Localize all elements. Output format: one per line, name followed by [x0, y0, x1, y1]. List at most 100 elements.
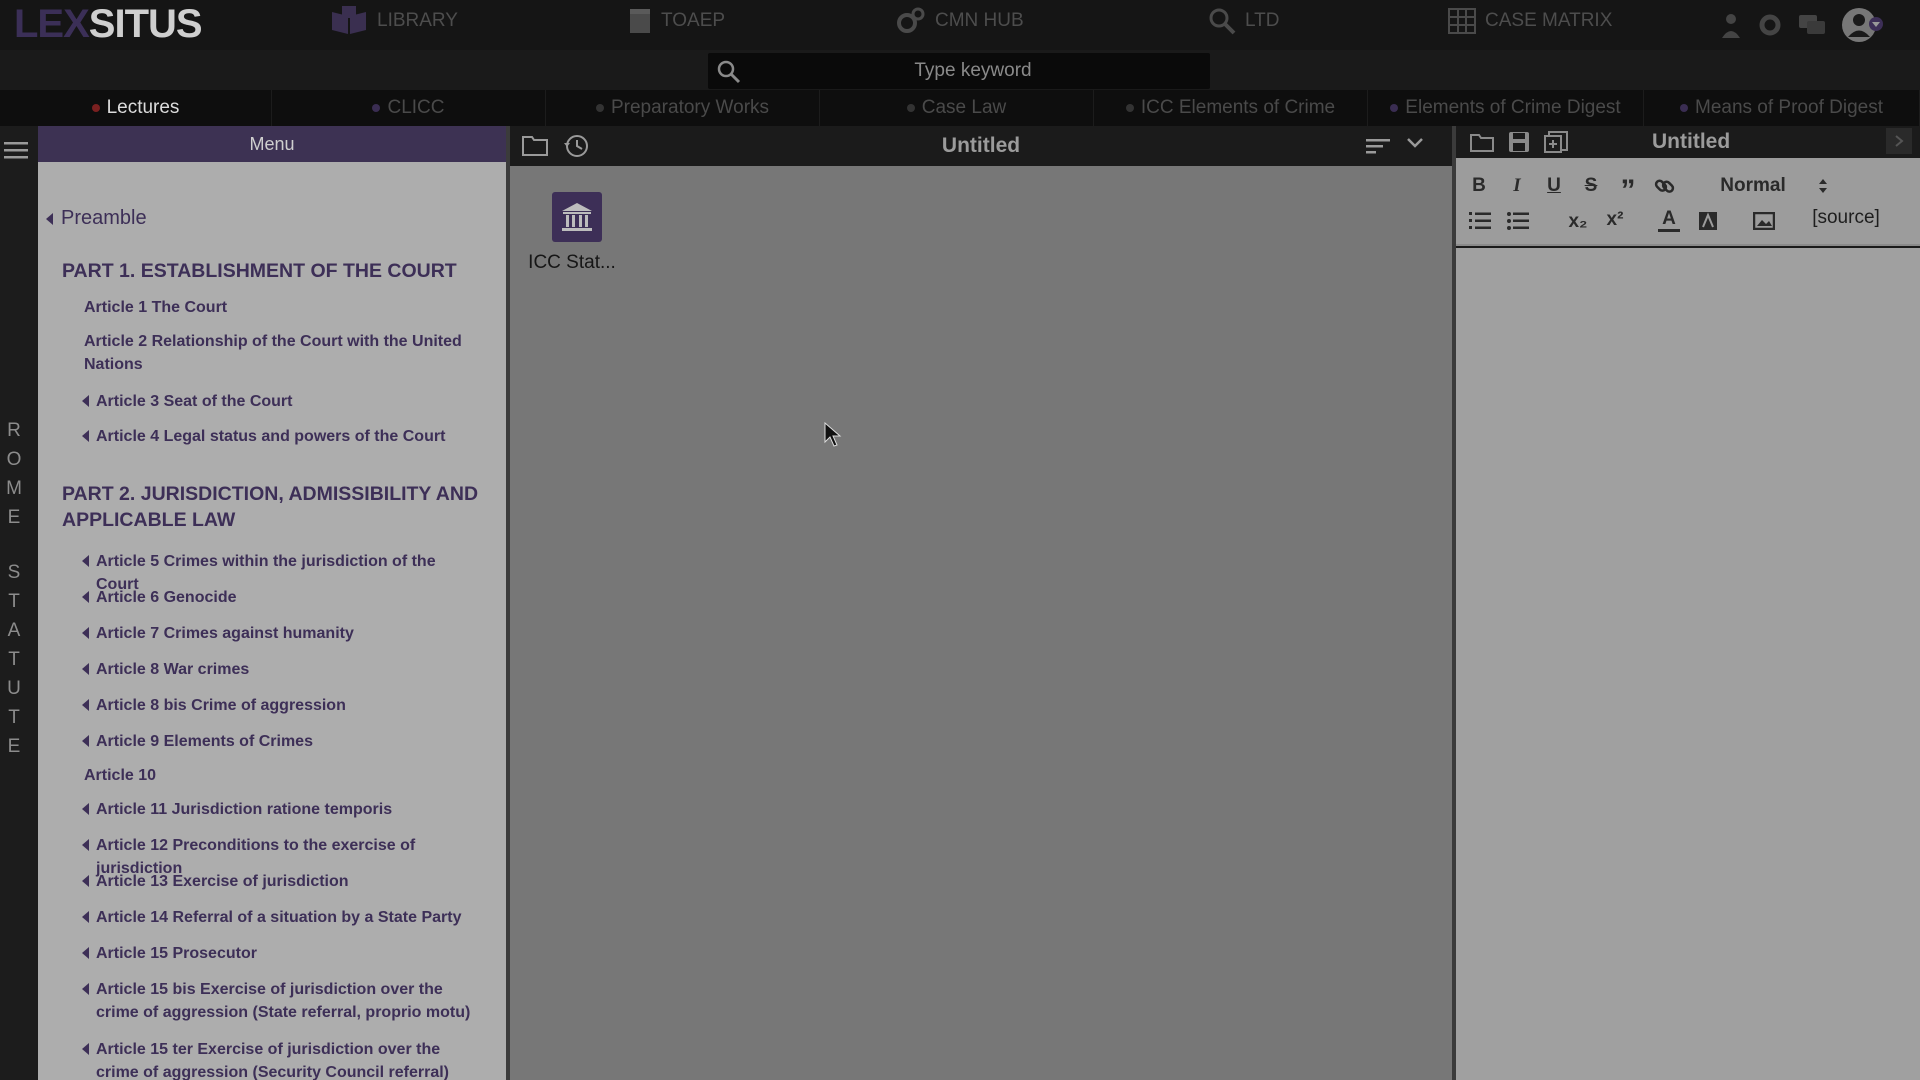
expand-arrow-icon: [82, 586, 96, 609]
link-icon[interactable]: [1652, 174, 1678, 198]
editor-title: Untitled: [1652, 130, 1731, 153]
courthouse-icon: [552, 192, 602, 242]
select-arrows-icon[interactable]: [1816, 176, 1830, 196]
tab-label: ICC Elements of Crime: [1140, 97, 1336, 118]
expand-arrow-icon: [82, 658, 96, 681]
nav-case-matrix-label: CASE MATRIX: [1485, 10, 1613, 31]
menu-item-article-4[interactable]: Article 4 Legal status and powers of the…: [82, 425, 482, 448]
chevron-down-icon[interactable]: [1406, 136, 1424, 150]
menu-item-article-6[interactable]: Article 6 Genocide: [82, 586, 482, 609]
sort-icon[interactable]: [1366, 136, 1392, 156]
tab-clicc[interactable]: CLICC: [272, 90, 546, 126]
file-tile-icc-statute[interactable]: ICC Stat...: [522, 192, 622, 274]
grid-icon: [1448, 8, 1476, 34]
menu-title: Menu: [38, 126, 506, 162]
bold-button[interactable]: B: [1468, 174, 1490, 198]
save-icon[interactable]: [1508, 131, 1530, 153]
nav-case-matrix[interactable]: CASE MATRIX: [1448, 6, 1612, 36]
nav-library[interactable]: LIBRARY: [330, 6, 458, 36]
article-label: Article 8 War crimes: [96, 661, 250, 678]
menu-item-article-15[interactable]: Article 15 Prosecutor: [82, 942, 482, 965]
blockquote-button[interactable]: ”: [1617, 174, 1639, 208]
editor-toolbar: B I U S ” Normal x₂ x² A [source]: [1456, 158, 1920, 246]
chat-icon[interactable]: [1798, 13, 1826, 42]
underline-button[interactable]: U: [1543, 174, 1565, 198]
tab-preparatory-works[interactable]: Preparatory Works: [546, 90, 820, 126]
menu-item-article-3[interactable]: Article 3 Seat of the Court: [82, 390, 482, 413]
menu-item-article-10[interactable]: Article 10: [84, 764, 484, 787]
tab-case-law[interactable]: Case Law: [820, 90, 1094, 126]
menu-item-article-15-ter[interactable]: Article 15 ter Exercise of jurisdiction …: [82, 1038, 482, 1080]
search-input[interactable]: [748, 53, 1198, 89]
expand-arrow-icon: [82, 798, 96, 821]
menu-item-article-8-bis[interactable]: Article 8 bis Crime of aggression: [82, 694, 482, 717]
menu-part-1[interactable]: PART 1. ESTABLISHMENT OF THE COURT: [62, 258, 482, 284]
workspace-header: Untitled: [510, 126, 1452, 166]
ordered-list-icon[interactable]: [1468, 210, 1492, 232]
article-label: Article 3 Seat of the Court: [96, 393, 293, 410]
menu-item-article-14[interactable]: Article 14 Referral of a situation by a …: [82, 906, 482, 929]
italic-button[interactable]: I: [1506, 174, 1528, 198]
tab-label: Means of Proof Digest: [1695, 97, 1883, 118]
menu-item-article-8[interactable]: Article 8 War crimes: [82, 658, 482, 681]
rail-letter: R: [7, 420, 21, 441]
open-folder-icon[interactable]: [1470, 132, 1494, 152]
settings-icon[interactable]: [1758, 13, 1782, 42]
source-button[interactable]: [source]: [1808, 206, 1884, 230]
format-select[interactable]: Normal: [1718, 174, 1788, 198]
subscript-button[interactable]: x₂: [1564, 210, 1592, 234]
editor-content-area[interactable]: [1456, 248, 1920, 1080]
person-icon[interactable]: [1720, 12, 1742, 43]
tab-icc-elements-of-crime[interactable]: ICC Elements of Crime: [1094, 90, 1368, 126]
collapse-arrow-icon: [46, 212, 53, 225]
menu-part-2[interactable]: PART 2. JURISDICTION, ADMISSIBILITY AND …: [62, 481, 482, 533]
left-rail: R O M E S T A T U T E: [0, 126, 38, 1080]
nav-cmn-hub[interactable]: CMN HUB: [896, 6, 1024, 36]
article-label: Article 15 ter Exercise of jurisdiction …: [96, 1041, 449, 1080]
user-avatar-icon[interactable]: [1842, 6, 1884, 49]
expand-arrow-icon: [82, 906, 96, 929]
search-icon[interactable]: [716, 59, 742, 85]
tab-elements-of-crime-digest[interactable]: Elements of Crime Digest: [1368, 90, 1644, 126]
nav-ltd[interactable]: LTD: [1208, 6, 1279, 36]
rome-statute-vertical-label: R O M E S T A T U T E: [0, 416, 28, 761]
menu-item-article-13[interactable]: Article 13 Exercise of jurisdiction: [82, 870, 482, 893]
article-label: Article 15 Prosecutor: [96, 945, 257, 962]
expand-arrow-icon: [82, 694, 96, 717]
article-label: Article 15 bis Exercise of jurisdiction …: [96, 981, 471, 1021]
image-icon[interactable]: [1752, 210, 1776, 232]
tab-label: Elements of Crime Digest: [1405, 97, 1621, 118]
menu-item-article-2[interactable]: Article 2 Relationship of the Court with…: [84, 330, 484, 376]
search-bar: [708, 53, 1210, 89]
article-label: Article 14 Referral of a situation by a …: [96, 909, 462, 926]
book-icon: [332, 6, 366, 34]
logo[interactable]: LEXSITUS: [14, 2, 203, 46]
tab-means-of-proof-digest[interactable]: Means of Proof Digest: [1644, 90, 1920, 126]
chevron-right-icon[interactable]: [1886, 128, 1912, 154]
mouse-cursor-icon: [824, 422, 842, 447]
menu-item-article-9[interactable]: Article 9 Elements of Crimes: [82, 730, 482, 753]
article-label: Article 1 The Court: [84, 299, 228, 316]
rail-letter: E: [7, 507, 21, 528]
expand-arrow-icon: [82, 730, 96, 753]
menu-item-article-15-bis[interactable]: Article 15 bis Exercise of jurisdiction …: [82, 978, 482, 1024]
add-document-icon[interactable]: [1544, 131, 1568, 153]
background-color-icon[interactable]: [1696, 210, 1720, 232]
tab-dot: [1390, 104, 1399, 112]
menu-item-article-11[interactable]: Article 11 Jurisdiction ratione temporis: [82, 798, 482, 821]
menu-item-article-1[interactable]: Article 1 The Court: [84, 296, 484, 319]
text-color-button[interactable]: A: [1658, 208, 1680, 232]
search-icon: [1209, 8, 1236, 35]
strikethrough-button[interactable]: S: [1580, 174, 1602, 198]
menu-item-article-7[interactable]: Article 7 Crimes against humanity: [82, 622, 482, 645]
menu-item-preamble[interactable]: Preamble: [46, 207, 147, 230]
nav-toaep-label: TOAEP: [661, 10, 726, 31]
workspace-area[interactable]: ICC Stat...: [510, 166, 1452, 1080]
bullet-list-icon[interactable]: [1506, 210, 1530, 232]
superscript-button[interactable]: x²: [1601, 208, 1629, 232]
nav-toaep[interactable]: TOAEP: [628, 6, 725, 36]
hamburger-menu-icon[interactable]: [4, 140, 28, 160]
nav-ltd-label: LTD: [1245, 10, 1280, 31]
toaep-icon: [630, 9, 650, 33]
tab-lectures[interactable]: Lectures: [0, 90, 272, 126]
